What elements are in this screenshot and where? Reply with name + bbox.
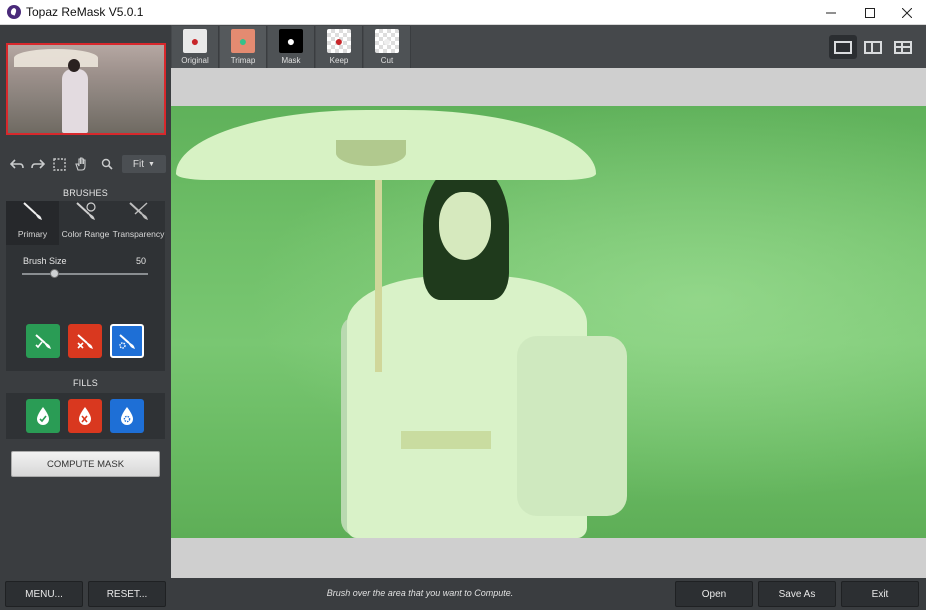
figure-face bbox=[439, 192, 491, 260]
brush-size-label: Brush Size bbox=[23, 256, 67, 266]
fills-panel bbox=[6, 393, 165, 439]
apple-trimap-icon: ● bbox=[231, 29, 255, 53]
tab-mask[interactable]: ● Mask bbox=[268, 26, 315, 68]
quad-view-icon bbox=[894, 40, 912, 54]
tab-transparency-label: Transparency bbox=[112, 229, 165, 239]
fills-heading: FILLS bbox=[72, 378, 98, 388]
brush-type-tabs: Primary Color Range Transparency bbox=[6, 201, 165, 245]
thumbnail-umbrella bbox=[14, 49, 98, 67]
title-bar: Topaz ReMask V5.0.1 bbox=[0, 0, 926, 25]
tab-trimap-label: Trimap bbox=[230, 56, 256, 65]
cut-brush-icon bbox=[77, 334, 93, 349]
window-title: Topaz ReMask V5.0.1 bbox=[26, 5, 144, 19]
brush-size-slider-handle[interactable] bbox=[49, 269, 59, 278]
reset-button[interactable]: RESET... bbox=[88, 581, 166, 607]
brush-size-slider[interactable] bbox=[22, 269, 148, 278]
menu-button[interactable]: MENU... bbox=[5, 581, 83, 607]
keep-fill-button[interactable] bbox=[26, 399, 60, 433]
navigator-thumbnail[interactable] bbox=[6, 43, 166, 135]
tab-color-range-label: Color Range bbox=[61, 229, 110, 239]
brushes-panel: Primary Color Range Transparency Brush S… bbox=[6, 201, 165, 371]
robe-right-sleeve bbox=[517, 336, 627, 516]
apple-mask-icon: ● bbox=[279, 29, 303, 53]
tab-cut[interactable]: ● Cut bbox=[364, 26, 411, 68]
fill-mode-buttons bbox=[26, 399, 150, 433]
tab-primary-label: Primary bbox=[17, 229, 48, 239]
tab-keep-label: Keep bbox=[329, 56, 349, 65]
compute-fill-icon bbox=[121, 407, 133, 425]
tab-cut-label: Cut bbox=[380, 56, 394, 65]
split-view-button[interactable] bbox=[859, 35, 887, 59]
marquee-select-icon[interactable] bbox=[49, 153, 71, 175]
tab-primary-brush[interactable]: Primary bbox=[6, 201, 59, 245]
close-icon[interactable] bbox=[888, 0, 926, 25]
keep-brush-icon bbox=[35, 334, 51, 349]
cut-fill-icon bbox=[79, 407, 91, 425]
maximize-icon[interactable] bbox=[851, 0, 889, 25]
single-view-icon bbox=[834, 40, 852, 54]
transparency-brush-icon bbox=[112, 201, 165, 229]
remask-window: Topaz ReMask V5.0.1 Fit ▼ BRUSHES Primar… bbox=[0, 0, 926, 610]
tab-keep[interactable]: ● Keep bbox=[316, 26, 363, 68]
compute-mask-button[interactable]: COMPUTE MASK bbox=[11, 451, 160, 477]
zoom-select-value: Fit bbox=[132, 158, 145, 170]
compute-brush-icon bbox=[119, 334, 135, 349]
exit-button[interactable]: Exit bbox=[841, 581, 919, 607]
tab-original-label: Original bbox=[181, 56, 209, 65]
thumbnail-head bbox=[68, 59, 80, 72]
apple-original-icon: ● bbox=[183, 29, 207, 53]
brush-size-value: 50 bbox=[136, 256, 147, 266]
robe-sash bbox=[401, 431, 491, 449]
open-button[interactable]: Open bbox=[675, 581, 753, 607]
cut-brush-button[interactable] bbox=[68, 324, 102, 358]
primary-brush-icon bbox=[6, 201, 59, 229]
left-panel: Fit ▼ BRUSHES Primary Color Range Transp… bbox=[0, 25, 171, 578]
apple-cut-icon: ● bbox=[375, 29, 399, 53]
brushes-heading: BRUSHES bbox=[63, 188, 108, 198]
save-as-button[interactable]: Save As bbox=[758, 581, 836, 607]
cut-fill-button[interactable] bbox=[68, 399, 102, 433]
status-message: Brush over the area that you want to Com… bbox=[326, 588, 514, 598]
single-view-button[interactable] bbox=[829, 35, 857, 59]
chevron-down-icon: ▼ bbox=[148, 160, 155, 168]
app-logo-icon bbox=[7, 5, 21, 19]
trimap-image[interactable] bbox=[171, 106, 926, 538]
view-mode-bar: ● Original ● Trimap ● Mask ● Keep ● Cut bbox=[171, 25, 926, 68]
image-canvas[interactable] bbox=[171, 68, 926, 578]
tab-transparency-brush[interactable]: Transparency bbox=[112, 201, 165, 245]
tab-mask-label: Mask bbox=[281, 56, 301, 65]
apple-keep-icon: ● bbox=[327, 29, 351, 53]
thumbnail-figure bbox=[62, 69, 88, 133]
zoom-select[interactable]: Fit ▼ bbox=[121, 155, 167, 173]
compute-fill-button[interactable] bbox=[110, 399, 144, 433]
brush-mode-buttons bbox=[26, 324, 150, 362]
keep-fill-icon bbox=[37, 407, 49, 425]
tab-trimap[interactable]: ● Trimap bbox=[220, 26, 267, 68]
status-bar: MENU... RESET... Brush over the area tha… bbox=[0, 578, 926, 610]
color-range-brush-icon bbox=[59, 201, 112, 229]
undo-icon[interactable] bbox=[6, 153, 28, 175]
quad-view-button[interactable] bbox=[889, 35, 917, 59]
compute-brush-button[interactable] bbox=[110, 324, 144, 358]
tab-original[interactable]: ● Original bbox=[172, 26, 219, 68]
minimize-icon[interactable] bbox=[812, 0, 850, 25]
keep-brush-button[interactable] bbox=[26, 324, 60, 358]
umbrella-hub bbox=[336, 140, 406, 166]
umbrella-pole bbox=[375, 172, 382, 372]
zoom-icon[interactable] bbox=[96, 153, 118, 175]
hand-pan-icon[interactable] bbox=[71, 153, 93, 175]
tab-color-range-brush[interactable]: Color Range bbox=[59, 201, 112, 245]
redo-icon[interactable] bbox=[28, 153, 50, 175]
split-view-icon bbox=[864, 40, 882, 54]
edit-toolbar: Fit ▼ bbox=[6, 153, 167, 175]
